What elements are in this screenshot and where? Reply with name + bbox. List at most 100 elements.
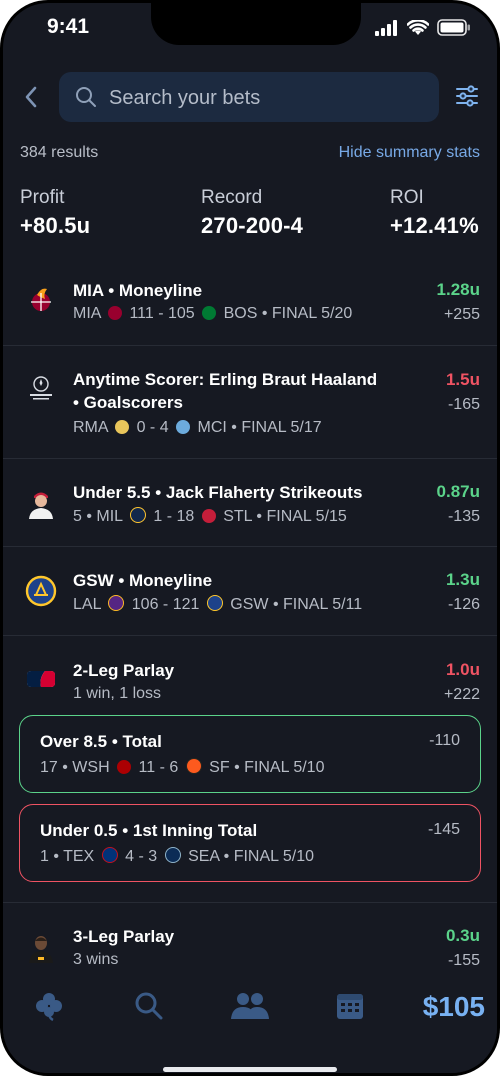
game-status: • FINAL 5/17 <box>231 419 322 436</box>
top-nav <box>3 70 497 124</box>
team2: SF <box>209 759 230 776</box>
battery-icon <box>437 19 470 36</box>
bet-score-line: RMA 0 - 4 MCI • FINAL 5/17 <box>73 419 322 437</box>
score: 106 - 121 <box>131 596 200 613</box>
leg-odds: -145 <box>427 821 460 838</box>
heat-logo-icon <box>31 288 51 311</box>
wifi-icon <box>407 19 429 35</box>
results-count: 384 results <box>20 144 99 161</box>
mia-mini-logo-icon <box>108 306 123 320</box>
player-headshot-icon <box>29 936 53 963</box>
team1: LAL <box>73 596 101 613</box>
bet-units: 0.3u <box>445 926 480 945</box>
status-icons <box>375 19 471 36</box>
profit-label: Profit <box>20 187 65 208</box>
game-status: • FINAL 5/11 <box>272 596 363 613</box>
gsw-mini-logo-icon <box>206 595 223 611</box>
leg-title: Over 8.5 • Total <box>40 732 162 751</box>
mci-mini-logo-icon <box>176 420 191 434</box>
score: 0 - 4 <box>136 419 169 436</box>
leg-score-line: 1 • TEX 4 - 3 SEA • FINAL 5/10 <box>40 847 314 866</box>
bet-title: GSW • Moneyline <box>73 571 213 590</box>
record-label: Record <box>201 187 263 208</box>
bos-mini-logo-icon <box>202 306 217 320</box>
profit-value: +80.5u <box>20 213 91 238</box>
team2: BOS <box>223 305 258 322</box>
calendar-icon[interactable] <box>335 991 365 1021</box>
team1: RMA <box>73 419 108 436</box>
bet-title-line2: • Goalscorers <box>73 393 183 412</box>
bet-title-line1: Anytime Scorer: Erling Braut Haaland <box>73 370 378 389</box>
balance-tab[interactable]: $105 <box>423 991 485 1023</box>
bet-title: 3-Leg Parlay <box>73 927 175 946</box>
game-status: • FINAL 5/15 <box>256 508 347 525</box>
filter-sliders-icon[interactable] <box>455 84 479 108</box>
parlay-leg-loss[interactable]: Under 0.5 • 1st Inning Total 1 • TEX 4 -… <box>19 804 481 882</box>
back-chevron-icon[interactable] <box>18 82 46 112</box>
rma-mini-logo-icon <box>115 420 130 434</box>
lal-mini-logo-icon <box>108 595 125 611</box>
search-icon[interactable] <box>134 991 164 1021</box>
tab-bar: $105 <box>3 977 497 1073</box>
team2: GSW <box>230 596 269 613</box>
bet-card[interactable]: GSW • Moneyline LAL 106 - 121 GSW • FINA… <box>3 547 497 635</box>
team2: SEA <box>188 848 220 865</box>
mlb-logo-icon <box>27 671 55 687</box>
team1: MIA <box>73 305 101 322</box>
team2: MCI <box>197 419 227 436</box>
warriors-logo-icon <box>25 575 57 607</box>
signal-icon <box>375 19 397 36</box>
prefix: 5 • <box>73 508 92 525</box>
sea-mini-logo-icon <box>164 847 181 863</box>
champions-league-logo-icon <box>30 376 52 400</box>
bet-units: 1.0u <box>445 660 480 679</box>
score: 1 - 18 <box>153 508 195 525</box>
wsh-mini-logo-icon <box>117 760 132 774</box>
tex-mini-logo-icon <box>101 847 118 863</box>
bet-score-line: MIA 111 - 105 BOS • FINAL 5/20 <box>73 305 352 323</box>
parlay-bet-card[interactable]: 3-Leg Parlay 3 wins 0.3u -155 <box>3 903 497 977</box>
team1: MIL <box>96 508 123 525</box>
parlay-bet-card[interactable]: 2-Leg Parlay 1 win, 1 loss 1.0u +222 Ove… <box>3 636 497 901</box>
hide-summary-stats-link[interactable]: Hide summary stats <box>339 144 480 162</box>
bet-units: 1.3u <box>445 570 480 589</box>
team1: WSH <box>72 759 110 776</box>
clover-icon[interactable] <box>34 991 64 1021</box>
bet-odds: +255 <box>443 306 480 323</box>
game-status: • FINAL 5/20 <box>261 305 353 322</box>
bet-title: MIA • Moneyline <box>73 281 203 300</box>
bet-odds: -155 <box>447 952 480 969</box>
parlay-leg-win[interactable]: Over 8.5 • Total 17 • WSH 11 - 6 SF • FI… <box>19 715 481 793</box>
team1: TEX <box>63 848 95 865</box>
status-time: 9:41 <box>47 15 90 38</box>
phone-frame: 9:41 Search your bets 384 results Hide s… <box>0 0 500 1076</box>
bet-title: Under 5.5 • Jack Flaherty Strikeouts <box>73 483 363 502</box>
home-indicator[interactable] <box>163 1067 337 1072</box>
leg-odds: -110 <box>429 732 460 749</box>
game-status: • FINAL 5/10 <box>223 848 315 865</box>
search-icon <box>76 87 96 107</box>
bet-score-line: LAL 106 - 121 GSW • FINAL 5/11 <box>73 595 362 614</box>
team2: STL <box>223 508 252 525</box>
record-stat: Record 270-200-4 <box>201 187 303 239</box>
record-value: 270-200-4 <box>201 213 304 238</box>
bet-odds: -165 <box>447 396 480 413</box>
search-bar[interactable] <box>59 72 439 124</box>
bet-score-line: 5 • MIL 1 - 18 STL • FINAL 5/15 <box>73 507 347 526</box>
roi-label: ROI <box>390 187 424 208</box>
friends-icon[interactable] <box>229 991 271 1021</box>
game-status: • FINAL 5/10 <box>234 759 325 776</box>
bet-units: 1.5u <box>445 370 480 389</box>
bet-title: 2-Leg Parlay <box>73 661 175 680</box>
stl-mini-logo-icon <box>201 509 216 523</box>
bet-units: 0.87u <box>436 482 480 501</box>
parlay-summary: 1 win, 1 loss <box>73 685 162 702</box>
bet-card[interactable]: Anytime Scorer: Erling Braut Haaland • G… <box>3 346 497 458</box>
prefix: 17 • <box>40 759 68 776</box>
player-headshot-icon <box>29 492 53 519</box>
leg-title: Under 0.5 • 1st Inning Total <box>40 821 258 840</box>
score: 4 - 3 <box>125 848 158 865</box>
search-input[interactable] <box>107 72 431 124</box>
bet-card[interactable]: MIA • Moneyline MIA 111 - 105 BOS • FINA… <box>3 267 497 345</box>
bet-card[interactable]: Under 5.5 • Jack Flaherty Strikeouts 5 •… <box>3 459 497 546</box>
